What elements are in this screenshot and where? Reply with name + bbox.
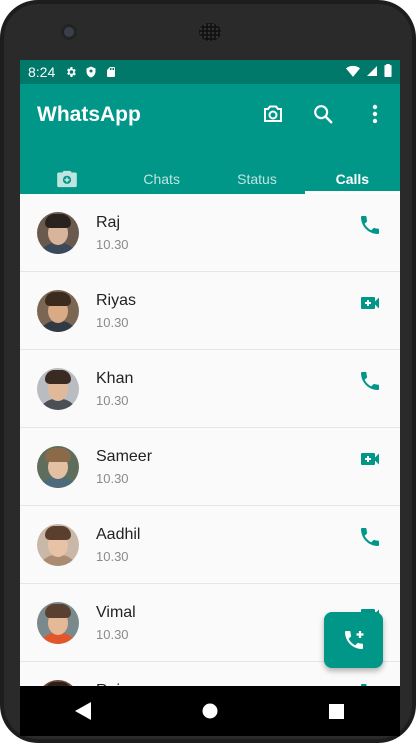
avatar[interactable] (37, 601, 79, 644)
call-info: Sameer 10.30 (96, 448, 152, 486)
contact-name: Aadhil (96, 525, 141, 543)
recents-button[interactable] (325, 699, 349, 723)
avatar[interactable] (37, 367, 79, 410)
camera-button[interactable] (259, 100, 287, 128)
avatar-hair (45, 603, 71, 618)
sd-card-icon (105, 66, 117, 78)
home-circle-icon (202, 703, 218, 719)
avatar[interactable] (37, 289, 79, 332)
call-info: Vimal 10.30 (96, 604, 136, 642)
avatar-hair (45, 369, 71, 384)
tab-status[interactable]: Status (209, 164, 304, 194)
avatar-hair (45, 213, 71, 228)
call-time: 10.30 (96, 314, 129, 330)
call-list-item[interactable]: Raj 10.30 (20, 194, 400, 272)
more-options-button[interactable] (361, 100, 389, 128)
new-call-button[interactable] (324, 612, 383, 668)
avatar-hair (45, 525, 71, 540)
recents-square-icon (329, 703, 345, 719)
avatar-hair (45, 291, 71, 306)
battery-icon (384, 64, 392, 80)
call-time: 10.30 (96, 236, 129, 252)
video-icon[interactable] (358, 291, 382, 315)
tab-camera[interactable] (20, 164, 114, 194)
call-time: 10.30 (96, 392, 129, 408)
call-info: Khan 10.30 (96, 370, 133, 408)
add-call-icon (344, 631, 363, 649)
camera-icon (264, 105, 282, 122)
contact-name: Riyas (96, 291, 137, 309)
device-frame: 8:24 WhatsApp Chats Status Calls Raj 10.… (0, 0, 416, 743)
app-title: WhatsApp (37, 103, 141, 126)
wifi-icon (346, 64, 360, 80)
more-vert-icon (372, 104, 378, 124)
phone-icon[interactable] (358, 369, 382, 393)
call-time: 10.30 (96, 626, 129, 642)
search-icon (314, 105, 333, 124)
call-info: Aadhil 10.30 (96, 526, 140, 564)
status-time: 8:24 (28, 64, 56, 80)
call-list-item[interactable]: Aadhil 10.30 (20, 506, 400, 584)
signal-icon (366, 64, 378, 80)
call-list-item[interactable]: Sameer 10.30 (20, 428, 400, 506)
avatar-hair (45, 447, 71, 462)
front-camera (64, 27, 74, 37)
tab-chats[interactable]: Chats (114, 164, 209, 194)
status-bar: 8:24 (20, 60, 400, 84)
search-button[interactable] (309, 100, 337, 128)
contact-name: Vimal (96, 603, 136, 621)
back-button[interactable] (71, 699, 95, 723)
avatar[interactable] (37, 211, 79, 254)
earpiece-speaker (199, 23, 221, 41)
settings-icon (65, 66, 77, 78)
system-nav-bar (20, 686, 400, 736)
contact-name: Raj (96, 213, 121, 231)
back-triangle-icon (75, 702, 92, 720)
call-time: 10.30 (96, 470, 129, 486)
call-time: 10.30 (96, 548, 129, 564)
shield-icon (85, 66, 97, 78)
call-info: Riyas 10.30 (96, 292, 136, 330)
contact-name: Sameer (96, 447, 153, 465)
avatar[interactable] (37, 445, 79, 488)
home-button[interactable] (198, 699, 222, 723)
screen: 8:24 WhatsApp Chats Status Calls Raj 10.… (20, 60, 400, 686)
contact-name: Khan (96, 369, 134, 387)
phone-icon[interactable] (358, 525, 382, 549)
camera-icon (57, 170, 77, 188)
phone-icon[interactable] (358, 213, 382, 237)
call-info: Raj 10.30 (96, 214, 129, 252)
app-bar: WhatsApp Chats Status Calls (20, 84, 400, 194)
avatar[interactable] (37, 523, 79, 566)
video-icon[interactable] (358, 447, 382, 471)
call-list-item[interactable]: Khan 10.30 (20, 350, 400, 428)
tab-calls[interactable]: Calls (304, 164, 400, 194)
call-list-item[interactable]: Riyas 10.30 (20, 272, 400, 350)
tab-bar: Chats Status Calls (20, 164, 400, 194)
